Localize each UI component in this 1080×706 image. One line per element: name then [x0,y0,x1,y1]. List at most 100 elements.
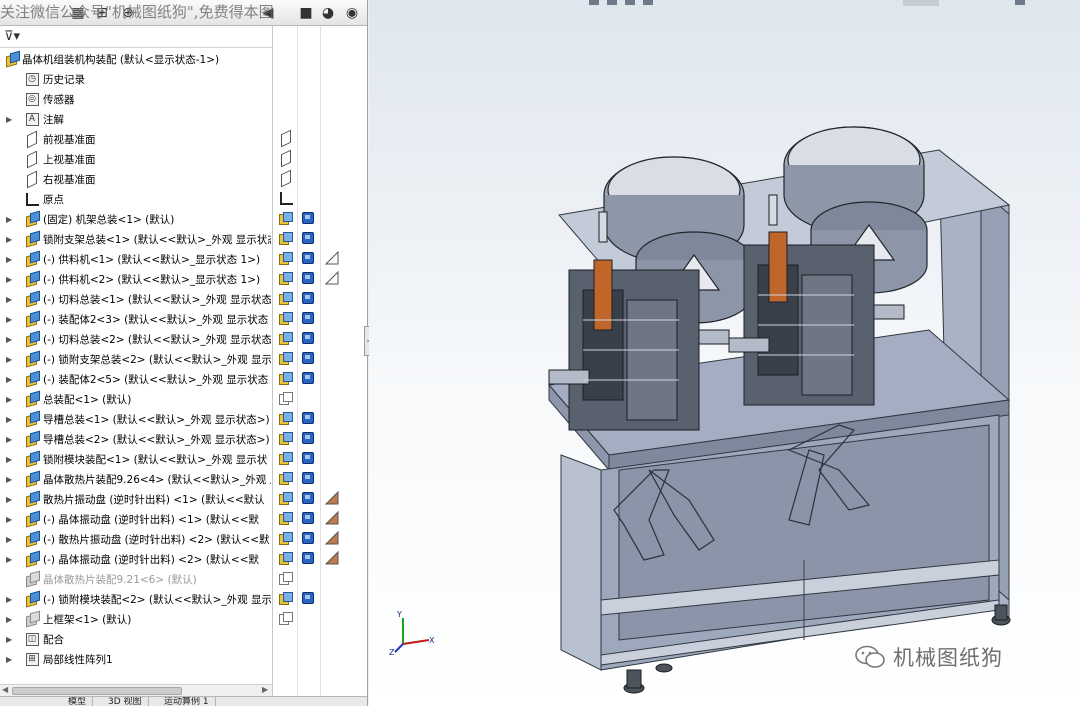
expand-arrow-icon[interactable]: ▶ [6,635,14,644]
display-state-icon[interactable] [278,431,293,445]
plane-visibility-icon[interactable] [278,129,294,148]
tree-horizontal-scrollbar[interactable]: ◀ ▶ [0,684,272,696]
tree-item-component[interactable]: ▶ 上框架<1> (默认) [0,609,272,629]
display-state-icon[interactable] [278,291,293,305]
expand-arrow-icon[interactable]: ▶ [6,555,14,564]
expand-arrow-icon[interactable]: ▶ [6,455,14,464]
display-state-icon[interactable] [278,331,293,345]
appearance-cube-icon[interactable] [302,452,314,464]
appearance-cube-icon[interactable] [302,512,314,524]
pattern-indicator-icon[interactable] [324,550,339,565]
display-state-icon[interactable] [278,271,293,285]
tree-item-component[interactable]: ▶ (-) 供料机<1> (默认<<默认>_显示状态 1>) [0,249,272,269]
expand-arrow-icon[interactable]: ▶ [6,335,14,344]
display-state-icon[interactable] [278,391,293,405]
pattern-indicator-icon[interactable] [324,270,339,285]
appearance-cube-icon[interactable] [302,332,314,344]
expand-arrow-icon[interactable]: ▶ [6,435,14,444]
appearance-cube-icon[interactable] [302,352,314,364]
tree-item-annotations[interactable]: ▶ A 注解 [0,109,272,129]
tree-item-component[interactable]: ▶ (-) 锁附支架总装<2> (默认<<默认>_外观 显示 [0,349,272,369]
plane-visibility-icon[interactable] [278,149,294,168]
expand-arrow-icon[interactable]: ▶ [6,315,14,324]
display-state-icon[interactable] [278,211,293,225]
appearance-cube-icon[interactable] [302,292,314,304]
display-state-icon[interactable] [278,591,293,605]
expand-arrow-icon[interactable]: ▶ [6,255,14,264]
tree-item-mates[interactable]: ▶ ◫ 配合 [0,629,272,649]
appearance-cube-icon[interactable] [302,272,314,284]
tree-item-component[interactable]: ▶ 导槽总装<2> (默认<<默认>_外观 显示状态>) [0,429,272,449]
expand-arrow-icon[interactable]: ▶ [6,595,14,604]
pattern-indicator-icon[interactable] [324,510,339,525]
appearance-cube-icon[interactable] [302,212,314,224]
scroll-right-icon[interactable]: ▶ [262,685,268,694]
display-state-icon[interactable] [278,231,293,245]
origin-visibility-icon[interactable] [278,191,294,207]
scrollbar-thumb[interactable] [12,687,182,695]
appearance-cube-icon[interactable] [302,312,314,324]
display-state-icon[interactable] [278,451,293,465]
display-state-icon[interactable] [278,251,293,265]
tree-item-origin[interactable]: 原点 [0,189,272,209]
tree-item-component-suppressed[interactable]: 晶体散热片装配9.21<6> (默认) [0,569,272,589]
tree-item-front-plane[interactable]: 前视基准面 [0,129,272,149]
tree-filter-bar[interactable]: ⊽▾ [0,26,272,48]
expand-arrow-icon[interactable]: ▶ [6,215,14,224]
expand-arrow-icon[interactable]: ▶ [6,235,14,244]
expand-arrow-icon[interactable]: ▶ [6,475,14,484]
tree-item-component[interactable]: ▶ 散热片振动盘 (逆时针出料) <1> (默认<<默认 [0,489,272,509]
tree-item-component[interactable]: ▶ (-) 锁附模块装配<2> (默认<<默认>_外观 显示 [0,589,272,609]
expand-arrow-icon[interactable]: ▶ [6,295,14,304]
appearance-cube-icon[interactable] [302,412,314,424]
appearance-cube-icon[interactable] [302,532,314,544]
tree-item-right-plane[interactable]: 右视基准面 [0,169,272,189]
pattern-indicator-icon[interactable] [324,490,339,505]
tree-item-component[interactable]: ▶ 锁附支架总装<1> (默认<<默认>_外观 显示状态 [0,229,272,249]
tree-item-component[interactable]: ▶ (-) 散热片振动盘 (逆时针出料) <2> (默认<<默 [0,529,272,549]
display-state-icon[interactable] [278,491,293,505]
plane-visibility-icon[interactable] [278,169,294,188]
appearance-cube-icon[interactable] [302,372,314,384]
expand-arrow-icon[interactable]: ▶ [6,655,14,664]
expand-arrow-icon[interactable]: ▶ [6,415,14,424]
scroll-left-icon[interactable]: ◀ [2,685,8,694]
expand-arrow-icon[interactable]: ▶ [6,375,14,384]
tree-item-component[interactable]: ▶ 锁附模块装配<1> (默认<<默认>_外观 显示状 [0,449,272,469]
tree-item-sensors[interactable]: ◎ 传感器 [0,89,272,109]
pattern-indicator-icon[interactable] [324,530,339,545]
tree-item-history[interactable]: ◷ 历史记录 [0,69,272,89]
tree-root[interactable]: 晶体机组装机构装配 (默认<显示状态-1>) [0,49,272,69]
expand-arrow-icon[interactable]: ▶ [6,535,14,544]
tree-item-component[interactable]: ▶ (-) 供料机<2> (默认<<默认>_显示状态 1>) [0,269,272,289]
appearance-cube-icon[interactable] [302,592,314,604]
display-state-icon[interactable] [278,551,293,565]
appearance-cube-icon[interactable] [302,552,314,564]
display-state-icon[interactable] [278,511,293,525]
expand-arrow-icon[interactable]: ▶ [6,515,14,524]
display-state-icon[interactable] [278,531,293,545]
tree-item-component[interactable]: ▶ 晶体散热片装配9.26<4> (默认<<默认>_外观 显 [0,469,272,489]
tree-item-component[interactable]: ▶ (-) 切料总装<2> (默认<<默认>_外观 显示状态 [0,329,272,349]
expand-arrow-icon[interactable]: ▶ [6,275,14,284]
scene-icon[interactable]: ◉ [342,3,362,23]
tab-model[interactable]: 模型 [62,697,94,706]
display-state-icon[interactable] [278,611,293,625]
appearance-cube-icon[interactable] [302,432,314,444]
expand-arrow-icon[interactable]: ▶ [6,115,14,124]
expand-arrow-icon[interactable]: ▶ [6,495,14,504]
appearance-cube-icon[interactable] [302,472,314,484]
graphics-area[interactable]: Y X Z 机械图纸狗 [369,0,1080,706]
appearance-cube-icon[interactable] [302,252,314,264]
display-state-icon[interactable] [278,371,293,385]
tree-item-component[interactable]: ▶ (固定) 机架总装<1> (默认) [0,209,272,229]
appearance-cube-icon[interactable]: ■ [296,3,316,23]
expand-arrow-icon[interactable]: ▶ [6,615,14,624]
display-state-icon[interactable] [278,351,293,365]
tree-item-component[interactable]: ▶ (-) 切料总装<1> (默认<<默认>_外观 显示状态 [0,289,272,309]
display-state-icon[interactable] [278,411,293,425]
tree-item-component[interactable]: ▶ (-) 装配体2<5> (默认<<默认>_外观 显示状态 [0,369,272,389]
tab-motion-study[interactable]: 运动算例 1 [158,697,216,706]
appearance-cube-icon[interactable] [302,232,314,244]
tree-item-component[interactable]: ▶ (-) 晶体振动盘 (逆时针出料) <2> (默认<<默 [0,549,272,569]
